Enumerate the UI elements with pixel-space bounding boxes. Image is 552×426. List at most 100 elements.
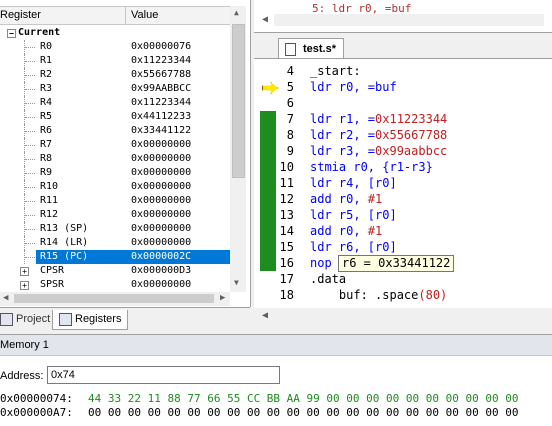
tree-connector [24, 166, 37, 180]
code-editor[interactable]: r6 = 0x33441122 4 _start: 5 ldr r0, =buf 6 7 l… [254, 58, 552, 309]
disassembly-scrollbar[interactable] [274, 14, 544, 26]
register-value[interactable]: 0x11223344 [131, 96, 191, 110]
register-row[interactable]: R15 (PC) 0x0000002C [0, 250, 230, 264]
register-value[interactable]: 0x00000000 [131, 222, 191, 236]
scroll-down-icon[interactable]: ▼ [234, 278, 239, 287]
line-number: 9 [286, 144, 294, 158]
register-row[interactable]: R14 (LR) 0x00000000 [0, 236, 230, 250]
register-row[interactable]: R7 0x00000000 [0, 138, 230, 152]
register-value[interactable]: 0x00000000 [131, 278, 191, 292]
register-row[interactable]: R8 0x00000000 [0, 152, 230, 166]
line-number: 11 [279, 176, 294, 190]
register-value[interactable]: 0x11223344 [131, 54, 191, 68]
register-name: R7 [40, 139, 53, 150]
register-row[interactable]: R9 0x00000000 [0, 166, 230, 180]
executed-line-marker [260, 239, 276, 255]
register-row[interactable]: R13 (SP) 0x00000000 [0, 222, 230, 236]
executed-line-marker [260, 255, 276, 271]
register-value[interactable]: 0x00000000 [131, 194, 191, 208]
line-number: 15 [279, 240, 294, 254]
expand-icon[interactable]: + [20, 267, 29, 276]
tab-label: Registers [75, 313, 122, 325]
address-input[interactable]: 0x74 [47, 366, 280, 384]
scroll-right-icon[interactable]: ▶ [220, 293, 225, 303]
column-divider[interactable] [125, 7, 126, 24]
tree-connector [24, 152, 37, 166]
registers-horizontal-scrollbar[interactable]: ◀ ▶ [0, 292, 230, 306]
category-current[interactable]: − Current [0, 26, 230, 40]
register-name: R8 [40, 153, 53, 164]
memory-bytes[interactable]: 44 33 22 11 88 77 66 55 CC BB AA 99 00 0… [88, 392, 518, 406]
memory-bytes[interactable]: 00 00 00 00 00 00 00 00 00 00 00 00 00 0… [88, 406, 518, 420]
register-row[interactable]: R12 0x00000000 [0, 208, 230, 222]
register-row[interactable]: R4 0x11223344 [0, 96, 230, 110]
register-value[interactable]: 0x0000002C [131, 250, 191, 264]
registers-column-header: Register Value [0, 6, 230, 25]
executed-line-marker [260, 207, 276, 223]
breakpoint-gutter[interactable] [258, 61, 278, 306]
disassembly-strip: 5: ldr r0, =buf ◀ [254, 0, 552, 33]
register-row[interactable]: R1 0x11223344 [0, 54, 230, 68]
register-row[interactable]: R11 0x00000000 [0, 194, 230, 208]
editor-horizontal-scrollbar[interactable]: ◀ [254, 308, 552, 324]
register-value[interactable]: 0x000000D3 [131, 264, 191, 278]
register-row[interactable]: + SPSR 0x00000000 [0, 278, 230, 292]
code-text: ldr r1, =0x11223344 [310, 112, 448, 126]
registers-vertical-scrollbar[interactable]: ▲ ▼ [230, 6, 246, 292]
register-name: R13 (SP) [40, 223, 89, 234]
register-value[interactable]: 0x55667788 [131, 68, 191, 82]
scroll-left-icon[interactable]: ◀ [262, 14, 268, 25]
tab-registers[interactable]: Registers [52, 310, 129, 330]
code-text: add r0, #1 [310, 224, 383, 238]
line-number: 18 [279, 288, 294, 302]
line-number: 12 [279, 192, 294, 206]
executed-line-marker [260, 127, 276, 143]
register-column-header[interactable]: Register [0, 9, 41, 21]
address-label: Address: [0, 370, 44, 382]
code-text: buf: .space(80) [310, 288, 448, 302]
line-number: 10 [279, 160, 294, 174]
tree-connector [24, 110, 37, 124]
tree-connector [24, 82, 37, 96]
register-value[interactable]: 0x00000000 [131, 138, 191, 152]
line-number: 8 [286, 128, 294, 142]
register-value[interactable]: 0x00000000 [131, 152, 191, 166]
file-tab[interactable]: test.s* [278, 38, 344, 59]
tree-connector [24, 222, 37, 236]
register-row[interactable]: R2 0x55667788 [0, 68, 230, 82]
register-row[interactable]: R10 0x00000000 [0, 180, 230, 194]
register-row[interactable]: R3 0x99AABBCC [0, 82, 230, 96]
register-value[interactable]: 0x00000000 [131, 208, 191, 222]
memory-row[interactable]: 0x00000074: 44 33 22 11 88 77 66 55 CC BB… [0, 392, 518, 406]
tab-project[interactable]: Project [0, 310, 50, 329]
register-row[interactable]: R6 0x33441122 [0, 124, 230, 138]
register-value[interactable]: 0x44112233 [131, 110, 191, 124]
category-label: Current [18, 27, 61, 38]
scroll-up-icon[interactable]: ▲ [234, 8, 239, 17]
register-row[interactable]: + CPSR 0x000000D3 [0, 264, 230, 278]
line-number: 14 [279, 224, 294, 238]
line-number: 6 [286, 96, 294, 110]
register-value[interactable]: 0x00000076 [131, 40, 191, 54]
value-column-header[interactable]: Value [131, 9, 158, 21]
register-value[interactable]: 0x00000000 [131, 236, 191, 250]
code-text: ldr r3, =0x99aabbcc [310, 144, 448, 158]
register-value[interactable]: 0x33441122 [131, 124, 191, 138]
registers-panel: Register Value − Current R0 0x00000076 R1 0… [0, 0, 251, 307]
scroll-thumb[interactable] [14, 294, 214, 303]
memory-row[interactable]: 0x000000A7: 00 00 00 00 00 00 00 00 00 00… [0, 406, 518, 420]
collapse-icon[interactable]: − [7, 29, 16, 38]
register-value[interactable]: 0x00000000 [131, 180, 191, 194]
register-value[interactable]: 0x99AABBCC [131, 82, 191, 96]
expand-icon[interactable]: + [20, 281, 29, 290]
register-row[interactable]: R0 0x00000076 [0, 40, 230, 54]
code-text: _start: [310, 64, 361, 78]
scroll-left-icon[interactable]: ◀ [262, 310, 268, 321]
scroll-left-icon[interactable]: ◀ [3, 293, 8, 303]
register-row[interactable]: R5 0x44112233 [0, 110, 230, 124]
scroll-thumb[interactable] [232, 24, 245, 178]
registers-tree: − Current R0 0x00000076 R1 0x11223344 R2 0x55… [0, 26, 230, 306]
tree-connector [24, 96, 37, 110]
tree-connector [24, 208, 37, 222]
register-value[interactable]: 0x00000000 [131, 166, 191, 180]
